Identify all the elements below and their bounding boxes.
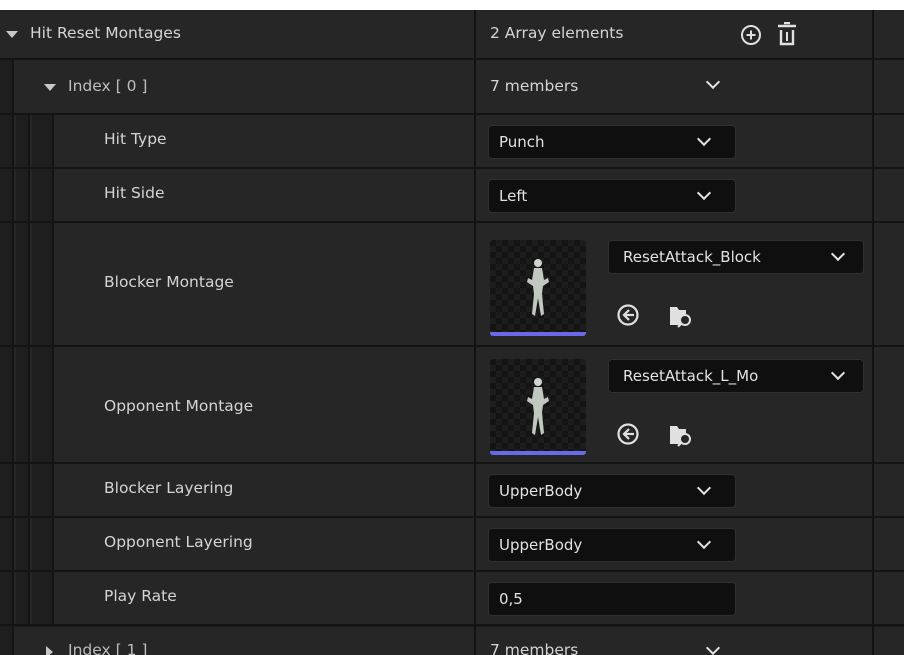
expand-arrow-icon[interactable] [44,84,56,91]
expand-arrow-icon[interactable] [6,31,18,38]
montage-thumbnail[interactable] [490,359,586,455]
property-row-play-rate: Play Rate 0,5 [0,572,904,626]
details-panel: Hit Reset Montages 2 Array elements Inde… [0,10,904,655]
array-row-hit-reset-montages[interactable]: Hit Reset Montages 2 Array elements [0,10,904,60]
property-label: Play Rate [104,587,177,605]
property-row-hit-type: Hit Type Punch [0,115,904,169]
use-selected-arrow-icon[interactable] [616,303,640,327]
opponent-montage-asset-picker[interactable]: ResetAttack_L_Mo [608,359,864,393]
blocker-layering-dropdown[interactable]: UpperBody [488,474,736,508]
blocker-montage-asset-picker[interactable]: ResetAttack_Block [608,240,864,274]
hit-side-dropdown[interactable]: Left [488,179,736,213]
property-label: Opponent Layering [104,533,253,551]
play-rate-input[interactable]: 0,5 [488,582,736,616]
element-label: Index [ 1 ] [68,641,148,655]
character-figure-icon [527,259,549,316]
chevron-down-icon [696,131,712,147]
array-count: 2 Array elements [490,24,624,42]
element-members-summary: 7 members [490,641,579,655]
property-label: Hit Side [104,184,165,202]
property-row-hit-side: Hit Side Left [0,169,904,223]
montage-thumbnail[interactable] [490,240,586,336]
property-row-opponent-montage: Opponent Montage ResetAttack_L_Mo [0,347,904,464]
array-element-row-0[interactable]: Index [ 0 ] 7 members [0,60,904,115]
plus-circle-icon[interactable] [740,24,762,46]
hit-type-dropdown[interactable]: Punch [488,125,736,159]
property-row-opponent-layering: Opponent Layering UpperBody [0,518,904,572]
chevron-down-icon [696,185,712,201]
use-selected-arrow-icon[interactable] [616,422,640,446]
chevron-down-icon [830,365,846,381]
array-label: Hit Reset Montages [30,24,181,42]
element-label: Index [ 0 ] [68,77,148,95]
array-element-row-1[interactable]: Index [ 1 ] 7 members [0,627,904,655]
chevron-down-icon [696,534,712,550]
property-label: Blocker Montage [104,273,234,291]
property-label: Opponent Montage [104,397,254,415]
chevron-down-icon [830,246,846,262]
browse-folder-icon[interactable] [668,422,694,448]
trash-icon[interactable] [776,22,798,48]
expand-arrow-icon[interactable] [46,646,53,655]
element-members-summary: 7 members [490,77,579,95]
property-row-blocker-montage: Blocker Montage ResetAttack_Block [0,223,904,347]
chevron-down-icon [696,480,712,496]
property-label: Hit Type [104,130,167,148]
property-row-blocker-layering: Blocker Layering UpperBody [0,464,904,518]
character-figure-icon [527,378,549,435]
browse-folder-icon[interactable] [668,303,694,329]
opponent-layering-dropdown[interactable]: UpperBody [488,528,736,562]
property-label: Blocker Layering [104,479,234,497]
